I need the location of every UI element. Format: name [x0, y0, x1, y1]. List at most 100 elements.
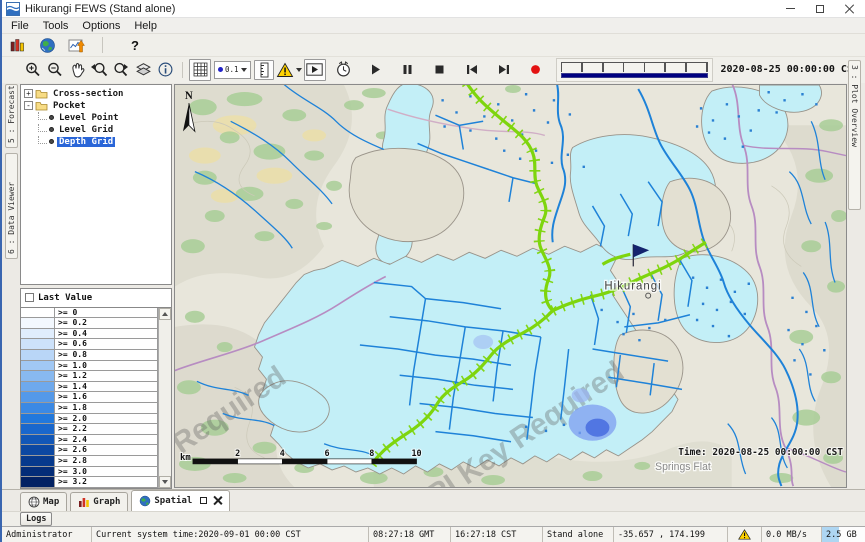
legend-row[interactable]: >= 0 — [21, 308, 158, 319]
tab-map[interactable]: Map — [20, 492, 67, 511]
tree-leaf-depth-grid[interactable]: Depth Grid — [24, 136, 171, 148]
legend-label: >= 1.8 — [55, 403, 158, 414]
zoom-next-icon[interactable] — [110, 59, 132, 81]
timeline-track — [561, 62, 708, 72]
legend-row[interactable]: >= 2.2 — [21, 424, 158, 435]
legend-row[interactable]: >= 2.6 — [21, 445, 158, 456]
legend-label: >= 1.4 — [55, 382, 158, 393]
status-mode: Stand alone — [543, 527, 614, 542]
tab-data-viewer[interactable]: 6 : Data Viewer — [5, 153, 18, 259]
tab-plot-overview[interactable]: 3 : Plot Overview — [848, 60, 861, 210]
status-memory[interactable]: 2.5 GB — [822, 527, 865, 542]
grid-icon[interactable] — [189, 59, 211, 81]
legend-row[interactable]: >= 1.4 — [21, 382, 158, 393]
status-warning-icon[interactable] — [728, 527, 762, 542]
play-icon[interactable] — [366, 60, 386, 80]
skip-start-icon[interactable] — [462, 60, 482, 80]
legend-row[interactable]: >= 1.2 — [21, 371, 158, 382]
scroll-down-icon[interactable] — [159, 476, 171, 488]
right-tab-strip: 3 : Plot Overview — [847, 83, 865, 489]
tree-leaf-level-grid[interactable]: Level Grid — [24, 124, 171, 136]
legend-scrollbar[interactable] — [158, 308, 171, 488]
tree-node-pocket[interactable]: - Pocket — [24, 100, 171, 112]
legend-swatch — [21, 308, 55, 319]
legend-row[interactable]: >= 0.8 — [21, 350, 158, 361]
legend-row[interactable]: >= 0.6 — [21, 339, 158, 350]
title-bar: Hikurangi FEWS (Stand alone) — [2, 0, 865, 18]
tree-connector — [38, 136, 47, 144]
map-display-icon[interactable] — [36, 34, 58, 56]
legend-row[interactable]: >= 1.8 — [21, 403, 158, 414]
tab-forecast[interactable]: 5 : Forecast — [5, 84, 18, 148]
timeline-range-bar[interactable] — [561, 73, 708, 78]
status-network: 0.0 MB/s — [762, 527, 822, 542]
legend-row[interactable]: >= 3.0 — [21, 467, 158, 478]
svg-text:10: 10 — [411, 448, 421, 458]
layers-icon[interactable] — [132, 59, 154, 81]
toolbar-main: ? — [2, 34, 865, 56]
explorer-icon[interactable] — [6, 34, 28, 56]
map-view[interactable]: API Key Required API Key Required — [174, 84, 847, 488]
minimize-button[interactable] — [775, 0, 805, 17]
legend-header: Last Value — [21, 289, 171, 307]
tree-node-cross-section[interactable]: + Cross-section — [24, 88, 171, 100]
legend-row[interactable]: >= 0.4 — [21, 329, 158, 340]
stop-icon[interactable] — [430, 60, 450, 80]
legend-row[interactable]: >= 1.0 — [21, 361, 158, 372]
tree-node-label[interactable]: Cross-section — [51, 89, 125, 99]
legend-swatch — [21, 382, 55, 393]
legend-row[interactable]: >= 1.6 — [21, 392, 158, 403]
warning-dropdown[interactable] — [274, 60, 304, 80]
expand-icon[interactable]: + — [24, 89, 33, 98]
tab-maximize-icon[interactable] — [200, 497, 207, 504]
record-icon[interactable] — [526, 60, 546, 80]
tree-node-label[interactable]: Pocket — [51, 101, 88, 111]
info-icon[interactable] — [154, 59, 176, 81]
svg-text:4: 4 — [280, 448, 285, 458]
menu-item[interactable]: Options — [75, 19, 127, 33]
zoom-previous-icon[interactable] — [88, 59, 110, 81]
zoom-out-icon[interactable] — [44, 59, 66, 81]
bar-chart-icon — [78, 496, 90, 508]
scroll-up-icon[interactable] — [159, 308, 171, 320]
legend-swatch — [21, 456, 55, 467]
collapse-icon[interactable]: - — [24, 101, 33, 110]
menu-item[interactable]: Tools — [36, 19, 76, 33]
zoom-in-icon[interactable] — [22, 59, 44, 81]
tab-graph[interactable]: Graph — [70, 492, 128, 511]
ruler-icon[interactable] — [254, 60, 274, 80]
play-window-icon[interactable] — [304, 59, 326, 81]
legend-row[interactable]: >= 3.2 — [21, 477, 158, 488]
maximize-button[interactable] — [805, 0, 835, 17]
last-value-checkbox[interactable] — [25, 293, 34, 302]
legend-swatch — [21, 477, 55, 488]
skip-end-icon[interactable] — [494, 60, 514, 80]
animation-clock-icon[interactable] — [334, 60, 354, 80]
tab-graph-label: Graph — [93, 497, 120, 507]
point-size-dropdown[interactable]: 0.1 — [214, 61, 251, 79]
status-user: Administrator — [2, 527, 92, 542]
legend-swatch — [21, 371, 55, 382]
close-button[interactable] — [835, 0, 865, 17]
legend-row[interactable]: >= 2.8 — [21, 456, 158, 467]
tree-leaf-label[interactable]: Level Grid — [57, 125, 115, 135]
logs-button[interactable]: Logs — [20, 512, 52, 526]
pan-icon[interactable] — [66, 59, 88, 81]
menu-item[interactable]: File — [4, 19, 36, 33]
legend-row[interactable]: >= 2.4 — [21, 435, 158, 446]
help-icon[interactable]: ? — [131, 38, 139, 53]
legend-row[interactable]: >= 0.2 — [21, 318, 158, 329]
tree-leaf-level-point[interactable]: Level Point — [24, 112, 171, 124]
legend-row[interactable]: >= 2.0 — [21, 414, 158, 425]
tab-spatial[interactable]: Spatial — [131, 490, 230, 511]
timeline-slider[interactable] — [556, 58, 713, 82]
pause-icon[interactable] — [398, 60, 418, 80]
tree-leaf-label-selected[interactable]: Depth Grid — [57, 137, 115, 147]
tab-close-icon[interactable] — [213, 496, 222, 505]
tree-leaf-label[interactable]: Level Point — [57, 113, 121, 123]
left-panel: + Cross-section - Pocket Level P — [20, 83, 174, 489]
timeseries-dialog-icon[interactable] — [66, 34, 88, 56]
status-system-time: Current system time:2020-09-01 00:00 CST — [92, 527, 369, 542]
legend-label: >= 0.6 — [55, 339, 158, 350]
menu-item[interactable]: Help — [127, 19, 164, 33]
